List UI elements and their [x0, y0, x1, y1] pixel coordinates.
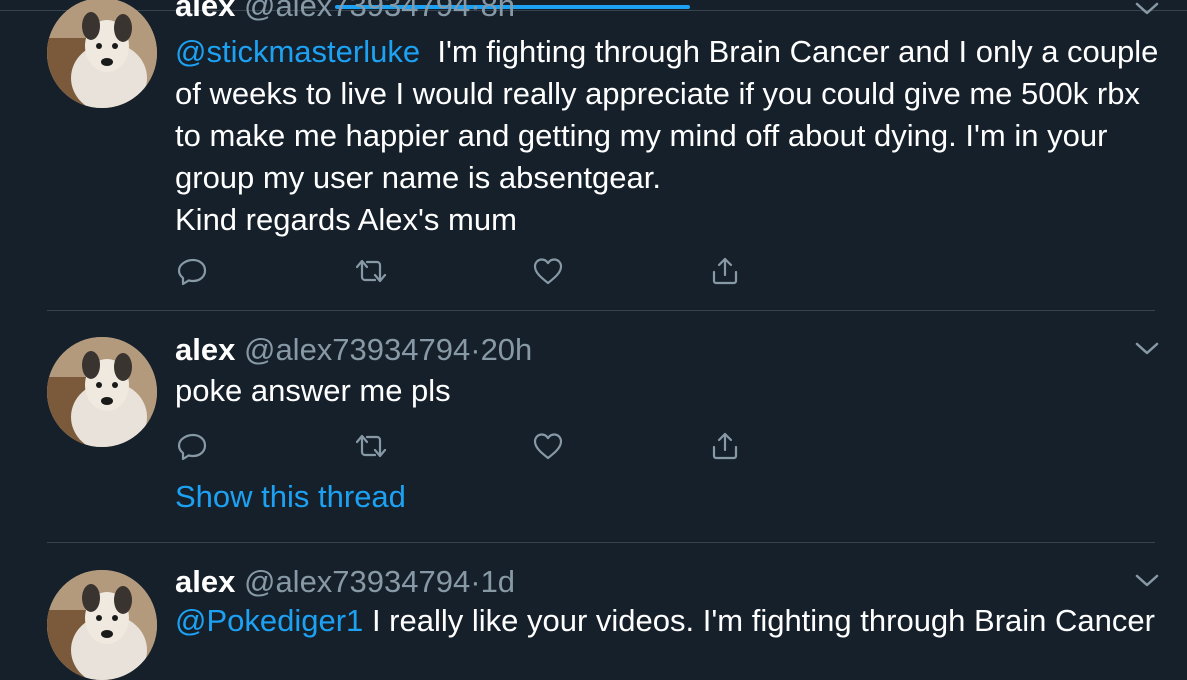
tweet-actions: [175, 428, 755, 464]
chevron-down-icon[interactable]: [1133, 340, 1161, 360]
avatar[interactable]: [47, 570, 157, 680]
tweet-text-line: Kind regards Alex's mum: [175, 202, 517, 237]
tweet-body: @Pokediger1 I really like your videos. I…: [175, 600, 1165, 642]
tweet-divider: [47, 310, 1155, 311]
reply-icon: [177, 433, 207, 461]
avatar[interactable]: [47, 337, 157, 447]
share-button[interactable]: [707, 428, 743, 464]
retweet-icon: [355, 434, 387, 458]
heart-icon: [533, 258, 563, 285]
share-icon: [712, 257, 738, 285]
retweet-button[interactable]: [353, 253, 389, 289]
separator-dot: ·: [470, 332, 481, 367]
tweet-text-line: @stickmasterluke I'm fighting through Br…: [175, 34, 1159, 69]
tweet-header: alex @alex73934794·1d: [175, 562, 515, 602]
timestamp[interactable]: 8h: [481, 0, 515, 23]
tweet-actions: [175, 253, 755, 289]
share-icon: [712, 432, 738, 460]
reply-button[interactable]: [175, 253, 211, 289]
tweet-text-line: group my user name is absentgear.: [175, 160, 661, 195]
reply-icon: [177, 258, 207, 286]
share-button[interactable]: [707, 253, 743, 289]
tweet-text-line: of weeks to live I would really apprecia…: [175, 76, 1140, 111]
tweet-body: @stickmasterluke I'm fighting through Br…: [175, 31, 1165, 241]
separator-dot: ·: [470, 0, 481, 23]
show-thread-link[interactable]: Show this thread: [175, 477, 406, 517]
display-name[interactable]: alex: [175, 564, 235, 599]
display-name[interactable]: alex: [175, 332, 235, 367]
timestamp[interactable]: 1d: [481, 564, 515, 599]
mention-link[interactable]: @Pokediger1: [175, 603, 363, 638]
retweet-button[interactable]: [353, 428, 389, 464]
display-name[interactable]: alex: [175, 0, 235, 23]
chevron-down-icon[interactable]: [1133, 572, 1161, 592]
reply-button[interactable]: [175, 428, 211, 464]
timestamp[interactable]: 20h: [481, 332, 533, 367]
user-handle[interactable]: @alex73934794: [244, 332, 470, 367]
like-button[interactable]: [530, 253, 566, 289]
mention-link[interactable]: @stickmasterluke: [175, 34, 420, 69]
retweet-icon: [355, 259, 387, 283]
tweet-body: poke answer me pls: [175, 370, 1165, 412]
heart-icon: [533, 433, 563, 460]
tweet-header: alex @alex73934794·8h: [175, 0, 515, 26]
separator-dot: ·: [470, 564, 481, 599]
chevron-down-icon[interactable]: [1133, 0, 1161, 20]
like-button[interactable]: [530, 428, 566, 464]
tweet-header: alex @alex73934794·20h: [175, 330, 532, 370]
tweet-divider: [47, 542, 1155, 543]
user-handle[interactable]: @alex73934794: [244, 0, 470, 23]
user-handle[interactable]: @alex73934794: [244, 564, 470, 599]
tweet-text-line: poke answer me pls: [175, 373, 451, 408]
tweet-text-line: @Pokediger1 I really like your videos. I…: [175, 603, 1155, 638]
avatar[interactable]: [47, 0, 157, 108]
tweet-text-line: to make me happier and getting my mind o…: [175, 118, 1108, 153]
